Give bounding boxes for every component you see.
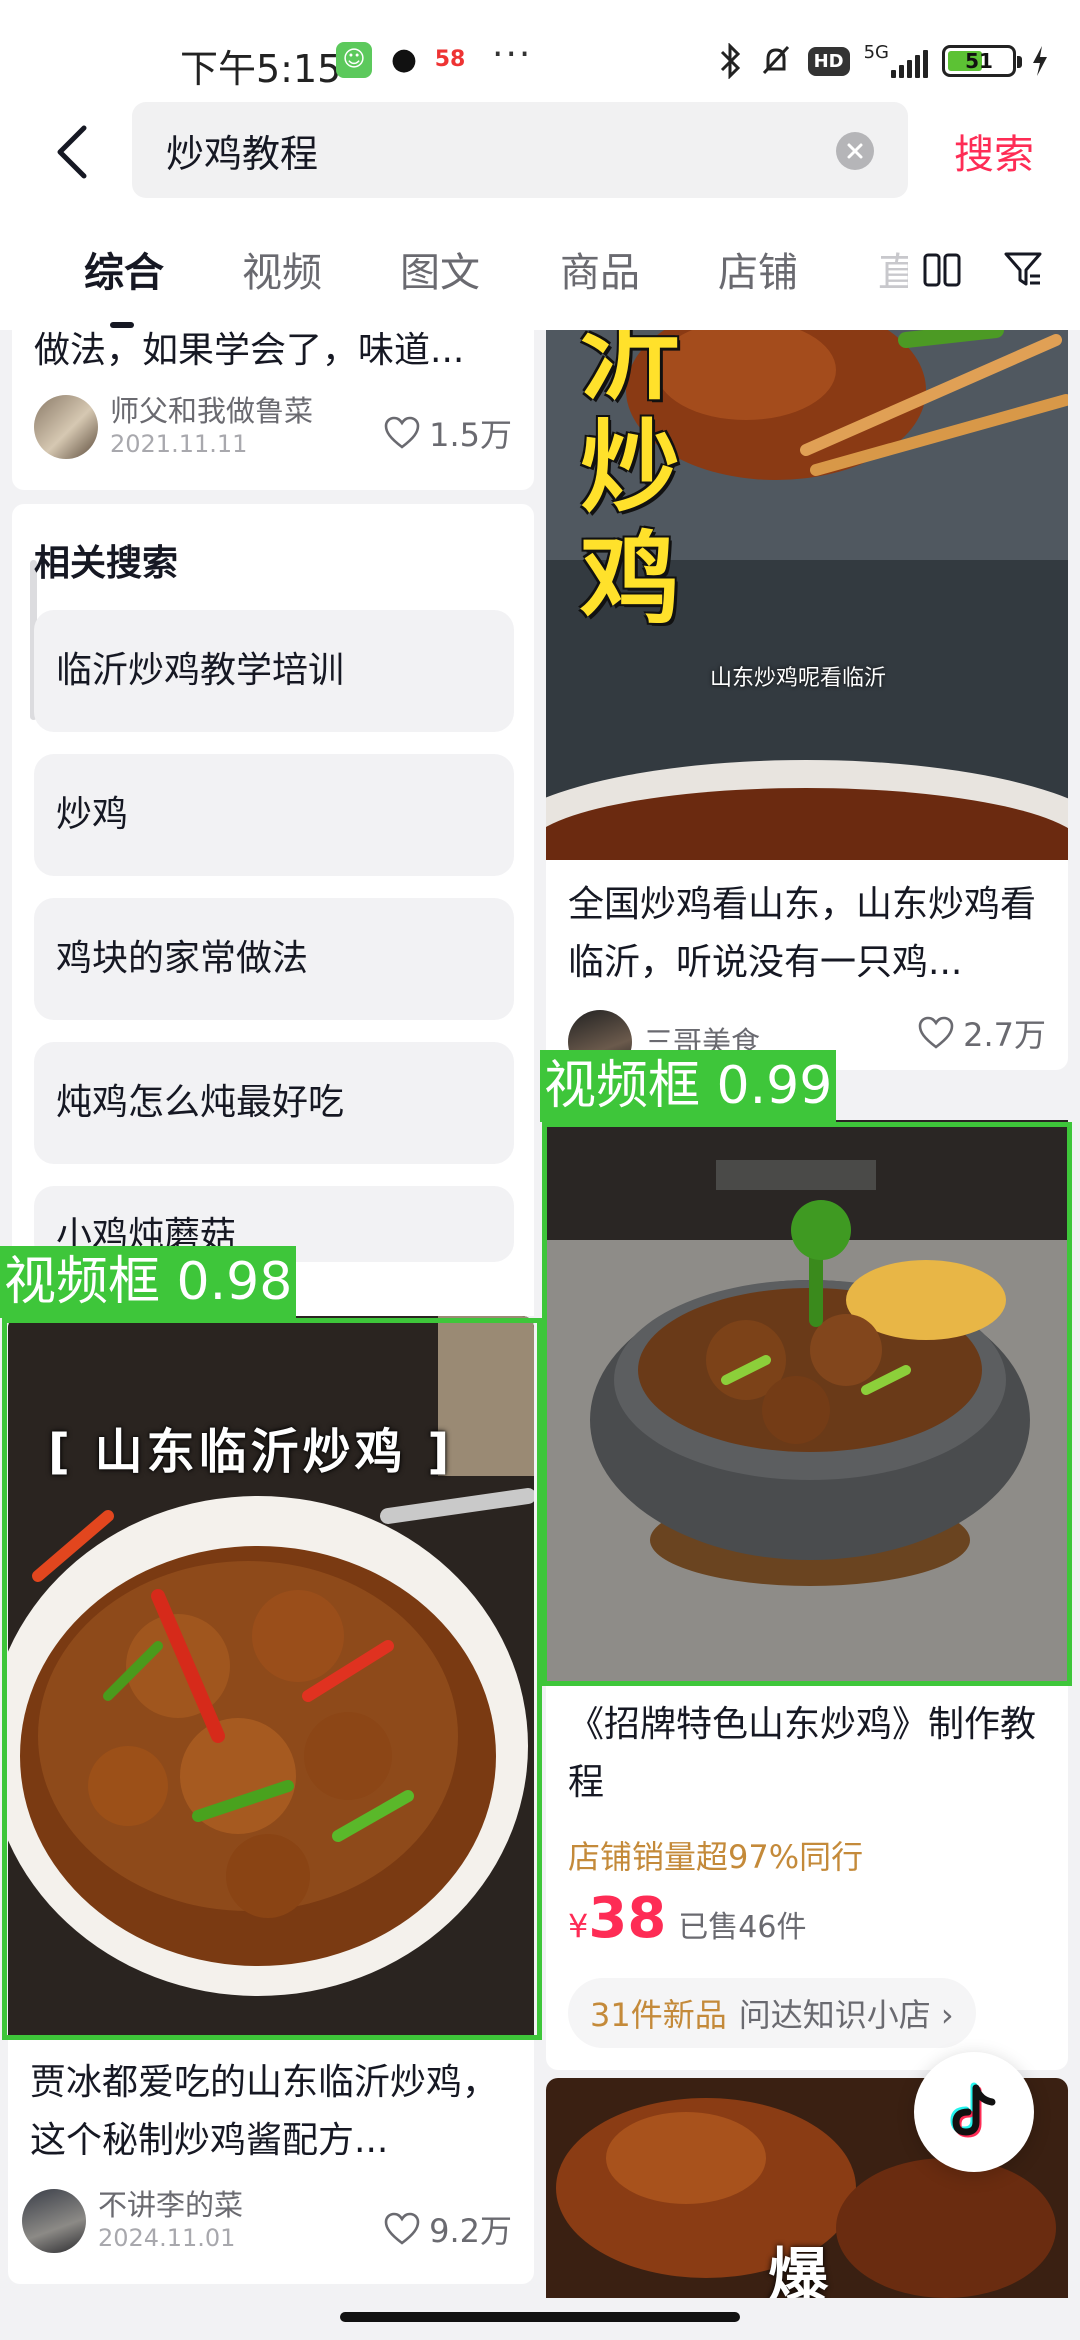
chevron-left-icon xyxy=(57,125,87,179)
like-count[interactable]: 1.5万 xyxy=(383,410,512,456)
related-search-item[interactable]: 鸡块的家常做法 xyxy=(34,898,514,1020)
author-row[interactable]: 不讲李的菜 2024.11.01 xyxy=(22,2188,243,2254)
heart-icon xyxy=(384,416,420,449)
tab-all[interactable]: 综合 xyxy=(84,240,164,298)
thumbnail-caption: [ 山东临沂炒鸡 ] xyxy=(48,1424,454,1480)
like-count[interactable]: 9.2万 xyxy=(383,2206,512,2252)
status-bar: 下午5:15 ☺ ● 58 ··· HD 5G 51 xyxy=(0,28,1080,98)
search-box[interactable] xyxy=(132,102,908,198)
video-card[interactable]: 沂炒鸡 山东炒鸡呢看临沂 全国炒鸡看山东，山东炒鸡看临沂，听说没有一只鸡... … xyxy=(546,330,1068,1070)
status-time: 下午5:15 xyxy=(180,47,342,91)
wechat-mini-icon: ☺ xyxy=(336,42,372,78)
app-58-icon: 58 xyxy=(432,42,468,78)
author-row[interactable]: 师父和我做鲁菜 2021.11.11 xyxy=(34,394,313,460)
product-thumbnail[interactable] xyxy=(546,1120,1068,1685)
product-title: 《招牌特色山东炒鸡》制作教程 xyxy=(568,1704,1037,1803)
thumbnail-big-text: 沂炒鸡 xyxy=(580,330,680,638)
tab-shops[interactable]: 店铺 xyxy=(718,240,798,298)
back-button[interactable] xyxy=(40,120,104,184)
tab-image-text[interactable]: 图文 xyxy=(400,240,480,298)
avatar[interactable] xyxy=(22,2189,86,2253)
shop-name: 问达知识小店 › xyxy=(738,1996,954,2034)
sold-count: 已售46件 xyxy=(678,1910,807,1945)
card-title: 做法，如果学会了，味道... xyxy=(34,330,465,371)
new-items-count: 31件新品 xyxy=(590,1996,727,2034)
related-searches-panel: 相关搜索 临沂炒鸡教学培训 炒鸡 鸡块的家常做法 炖鸡怎么炖最好吃 小鸡炖蘑菇 xyxy=(12,504,534,1316)
author-name: 不讲李的菜 xyxy=(98,2188,244,2222)
related-search-item[interactable]: 炖鸡怎么炖最好吃 xyxy=(34,1042,514,1164)
thumbnail-text: 爆 xyxy=(768,2242,828,2298)
video-thumbnail[interactable]: 沂炒鸡 山东炒鸡呢看临沂 xyxy=(546,330,1068,860)
tab-products[interactable]: 商品 xyxy=(560,240,640,298)
like-count[interactable]: 2.7万 xyxy=(917,1010,1046,1056)
double-column-layout-icon[interactable] xyxy=(922,250,962,290)
video-thumbnail[interactable]: [ 山东临沂炒鸡 ] xyxy=(8,1316,534,2036)
qq-penguin-icon: ● xyxy=(390,42,418,77)
chicken-pot-image xyxy=(546,1120,1068,1685)
hd-badge: HD xyxy=(807,46,850,76)
douyin-logo-icon xyxy=(950,2082,996,2138)
bluetooth-icon xyxy=(720,43,740,79)
related-search-item[interactable]: 临沂炒鸡教学培训 xyxy=(34,610,514,732)
detection-label-right: 视频框 0.99 xyxy=(540,1050,837,1122)
detection-label-left: 视频框 0.98 xyxy=(0,1246,297,1318)
video-card-partial[interactable]: 做法，如果学会了，味道... 师父和我做鲁菜 2021.11.11 1.5万 xyxy=(12,330,534,490)
top-bar: 下午5:15 ☺ ● 58 ··· HD 5G 51 炒鸡教程 搜索 综合 视频… xyxy=(0,0,1080,330)
product-card[interactable]: 《招牌特色山东炒鸡》制作教程 店铺销量超97%同行 ¥ 38 已售46件 31件… xyxy=(546,1120,1068,2070)
card-title: 贾冰都爱吃的山东临沂炒鸡，这个秘制炒鸡酱配方... xyxy=(30,2062,499,2161)
card-title: 全国炒鸡看山东，山东炒鸡看临沂，听说没有一只鸡... xyxy=(568,884,1037,983)
tab-live[interactable]: 直 xyxy=(878,240,908,298)
battery-icon: 51 xyxy=(942,45,1022,77)
price-value: 38 xyxy=(588,1886,667,1951)
tab-video[interactable]: 视频 xyxy=(242,240,322,298)
home-indicator[interactable] xyxy=(340,2312,740,2322)
thumbnail-sub-text: 山东炒鸡呢看临沂 xyxy=(710,666,887,691)
search-row: 搜索 xyxy=(0,98,1080,202)
charging-bolt-icon xyxy=(1033,46,1047,76)
signal-icon: 5G xyxy=(864,44,928,78)
heart-icon xyxy=(918,1016,954,1049)
price-currency: ¥ xyxy=(568,1907,589,1945)
more-notifications-icon: ··· xyxy=(492,34,533,75)
search-input[interactable] xyxy=(166,124,806,176)
active-tab-indicator xyxy=(110,322,134,328)
shop-link[interactable]: 31件新品 问达知识小店 › xyxy=(568,1978,976,2048)
douyin-floating-button[interactable] xyxy=(914,2052,1034,2172)
heart-icon xyxy=(384,2212,420,2245)
status-indicators: HD 5G 51 xyxy=(716,36,1050,86)
tab-bar: 综合 视频 图文 商品 店铺 直 xyxy=(0,232,1080,328)
video-card[interactable]: [ 山东临沂炒鸡 ] 贾冰都爱吃的山东临沂炒鸡，这个秘制炒鸡酱配方... 不讲李… xyxy=(8,1316,534,2284)
related-search-item[interactable]: 炒鸡 xyxy=(34,754,514,876)
post-date: 2021.11.11 xyxy=(110,430,248,458)
clear-search-button[interactable] xyxy=(836,132,874,170)
shop-sales-tag: 店铺销量超97%同行 xyxy=(568,1838,864,1876)
avatar[interactable] xyxy=(34,395,98,459)
search-button[interactable]: 搜索 xyxy=(954,122,1034,180)
close-icon xyxy=(847,143,863,159)
post-date: 2024.11.01 xyxy=(98,2224,236,2252)
related-searches-title: 相关搜索 xyxy=(34,543,179,584)
mute-bell-icon xyxy=(762,45,789,75)
author-name: 师父和我做鲁菜 xyxy=(110,394,314,428)
price-row: ¥ 38 已售46件 xyxy=(568,1886,806,1951)
filter-icon[interactable] xyxy=(1002,248,1044,290)
